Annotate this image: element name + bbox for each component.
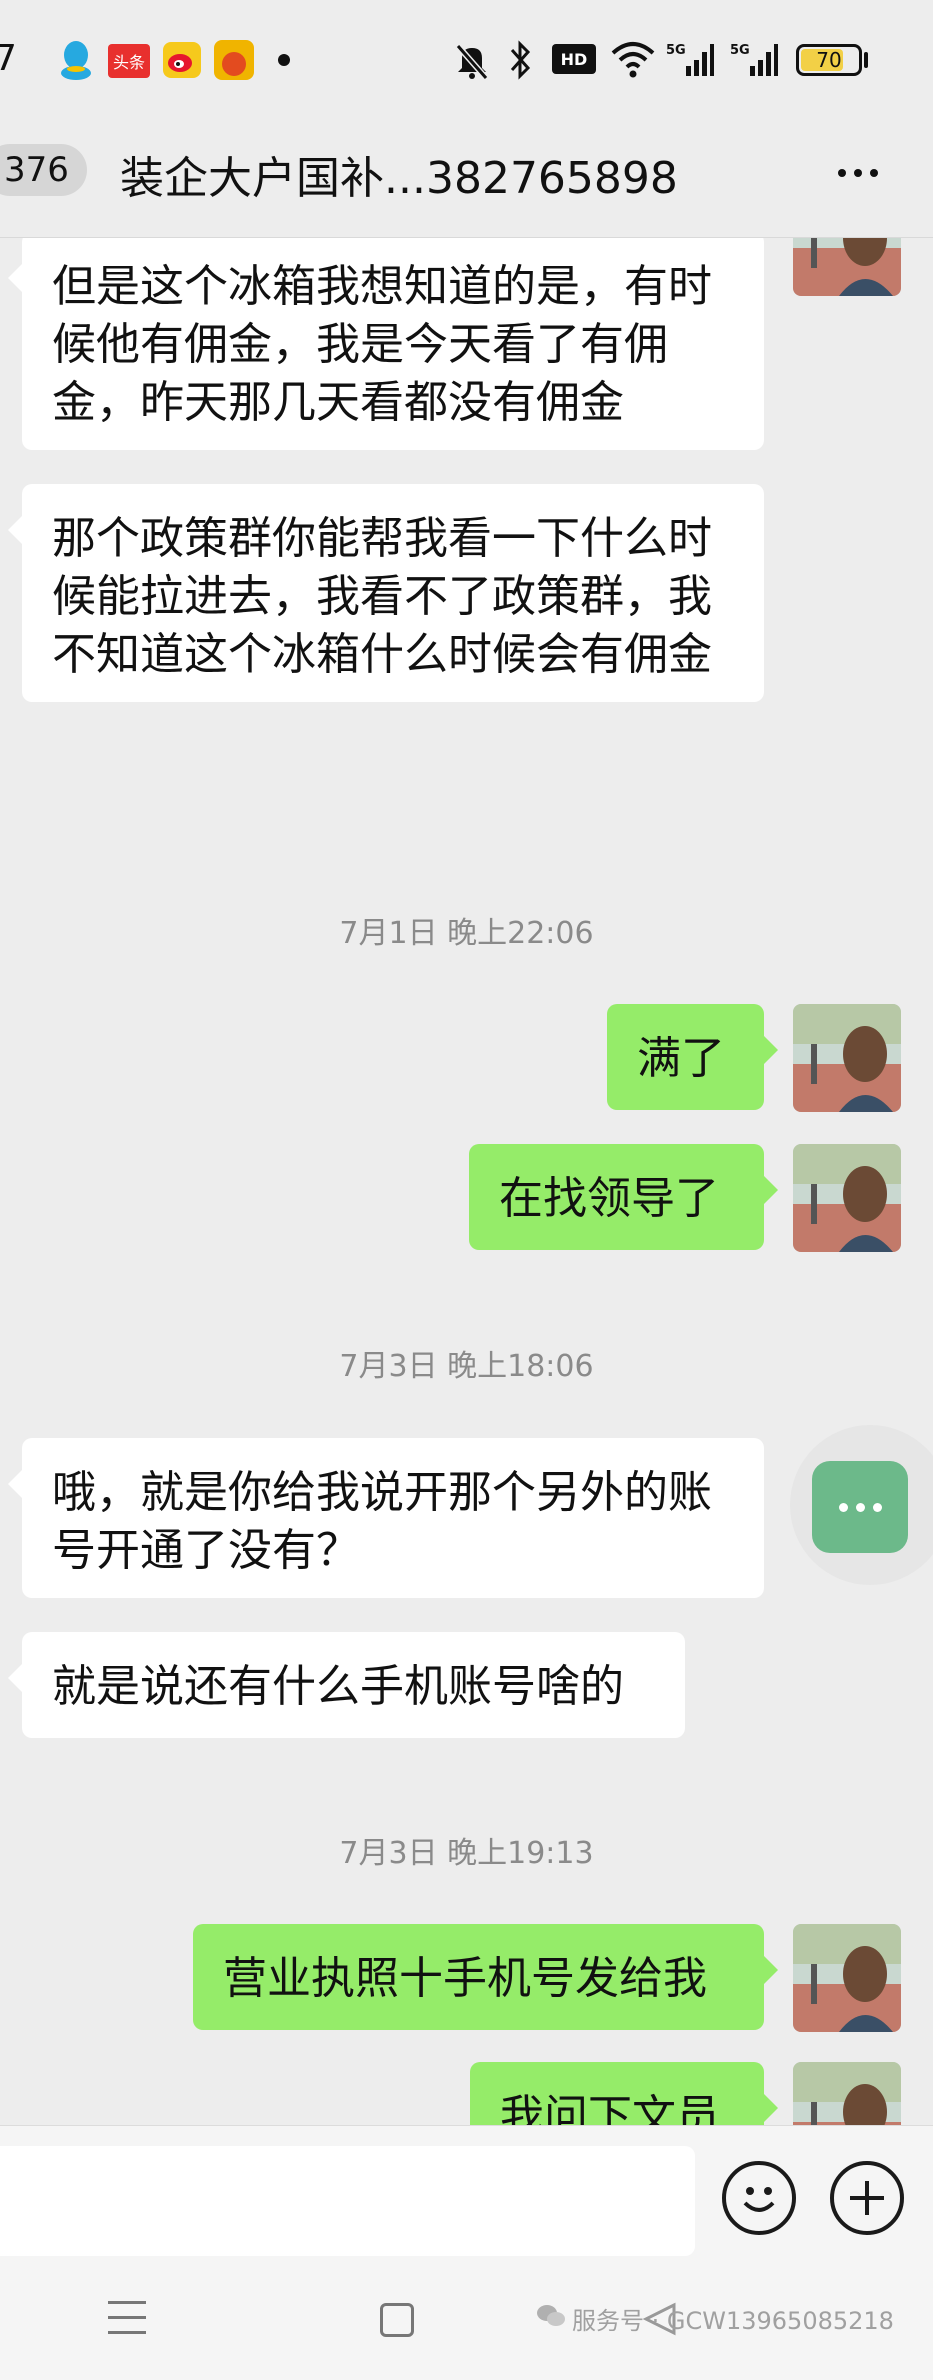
sohu-icon	[214, 38, 254, 82]
message-line: 就是说还有什么手机账号啥的	[52, 1661, 624, 1712]
outgoing-message-bubble[interactable]: 在找领导了	[469, 1144, 778, 1250]
wechat-icon	[536, 2303, 566, 2335]
wifi-icon	[610, 38, 656, 82]
chat-dots-icon	[812, 1461, 908, 1553]
message-line: 候能拉进去，我看不了政策群，我	[52, 571, 712, 622]
message-line: 满了	[637, 1033, 725, 1084]
message-line: 我问下文员	[500, 2091, 720, 2125]
message-timestamp: 7月3日 晚上18:06	[339, 1349, 594, 1384]
message-list[interactable]: 有吧但是这个冰箱我想知道的是，有时候他有佣金，我是今天看了有佣金，昨天那几天看都…	[0, 238, 933, 2125]
battery-tip	[864, 52, 868, 68]
hd-icon: HD	[552, 44, 596, 74]
mute-icon	[452, 38, 492, 82]
status-bar: 7 头条 HD 5G 5G 70	[0, 0, 933, 120]
chat-title: 装企大户国补...382765898	[120, 153, 678, 204]
sender-avatar[interactable]	[793, 1144, 901, 1252]
outgoing-message-bubble[interactable]: 满了	[607, 1004, 778, 1110]
message-line: 在找领导了	[499, 1173, 719, 1224]
watermark: 服务号 · GCW13965085218	[536, 2301, 894, 2336]
battery-icon: 70	[796, 44, 862, 76]
outgoing-message-bubble[interactable]: 营业执照十手机号发给我	[193, 1924, 778, 2030]
dot-icon	[278, 54, 290, 66]
home-icon[interactable]	[380, 2303, 414, 2337]
menu-icon[interactable]	[108, 2301, 146, 2337]
message-line: 那个政策群你能帮我看一下什么时	[52, 513, 712, 564]
status-time: 7	[0, 38, 17, 79]
incoming-message-bubble[interactable]: 但是这个冰箱我想知道的是，有时 候他有佣金，我是今天看了有佣 金，昨天那几天看都没有…	[8, 238, 764, 450]
back-unread-badge[interactable]: 376	[0, 144, 87, 196]
signal-5g-icon: 5G	[730, 38, 778, 82]
signal-5g-icon: 5G	[666, 38, 714, 82]
incoming-message-bubble[interactable]: 就是说还有什么手机账号啥的	[8, 1632, 685, 1738]
message-input[interactable]	[0, 2146, 695, 2256]
input-bar	[0, 2125, 933, 2257]
outgoing-message-bubble[interactable]: 我问下文员	[470, 2062, 778, 2125]
system-nav-bar: 服务号 · GCW13965085218	[0, 2257, 933, 2380]
message-line: 哦，就是你给我说开那个另外的账	[52, 1467, 712, 1518]
watermark-text: 服务号 · GCW13965085218	[572, 2307, 894, 2335]
emoji-icon[interactable]	[722, 2161, 796, 2235]
sender-avatar[interactable]	[793, 238, 901, 296]
incoming-message-bubble[interactable]: 那个政策群你能帮我看一下什么时 候能拉进去，我看不了政策群，我 不知道这个冰箱什么时…	[8, 484, 764, 702]
message-timestamp: 7月1日 晚上22:06	[339, 916, 594, 951]
message-line: 营业执照十手机号发给我	[223, 1953, 707, 2004]
message-line: 但是这个冰箱我想知道的是，有时	[52, 261, 712, 312]
message-timestamp: 7月3日 晚上19:13	[339, 1836, 594, 1871]
toutiao-icon: 头条	[108, 44, 150, 78]
plus-icon[interactable]	[830, 2161, 904, 2235]
message-line: 不知道这个冰箱什么时候会有佣金	[52, 629, 712, 680]
battery-level: 70	[816, 48, 842, 72]
incoming-message-bubble[interactable]: 哦，就是你给我说开那个另外的账 号开通了没有？	[8, 1438, 764, 1598]
svg-text:5G: 5G	[666, 43, 686, 58]
sender-avatar[interactable]	[793, 1924, 901, 2032]
more-icon[interactable]	[823, 148, 893, 198]
message-line: 号开通了没有？	[52, 1525, 360, 1576]
chat-header: 376 装企大户国补...382765898	[0, 120, 933, 238]
message-line: 候他有佣金，我是今天看了有佣	[52, 319, 668, 370]
bluetooth-icon	[508, 38, 532, 82]
chat-screen: 7 头条 HD 5G 5G 70 376 装企大户国补...382765898 …	[0, 0, 933, 2380]
sender-avatar[interactable]	[793, 2062, 901, 2125]
message-line: 金，昨天那几天看都没有佣金	[52, 377, 624, 428]
sender-avatar[interactable]	[793, 1004, 901, 1112]
svg-text:5G: 5G	[730, 43, 750, 58]
qq-icon	[58, 38, 94, 82]
weibo-icon	[162, 38, 202, 82]
